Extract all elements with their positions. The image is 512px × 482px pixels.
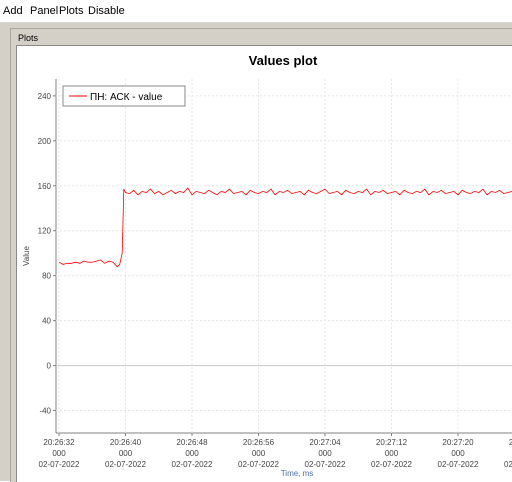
menu-plots[interactable]: Plots (59, 4, 83, 18)
series-line (58, 187, 512, 268)
x-tick-label: 02-07-2022 (504, 460, 512, 469)
y-tick-label: 120 (38, 227, 52, 236)
x-tick-label: 000 (318, 449, 332, 458)
x-tick-label: 02-07-2022 (238, 460, 279, 469)
x-tick-label: 02-07-2022 (172, 460, 213, 469)
x-tick-label: 20:27:20 (442, 438, 474, 447)
x-tick-label: 000 (451, 449, 465, 458)
y-tick-label: 40 (42, 317, 51, 326)
menu-panel[interactable]: Panel (30, 4, 58, 18)
y-axis-label: Value (22, 246, 31, 266)
x-tick-label: 000 (385, 449, 399, 458)
x-tick-label: 20:26:32 (43, 438, 75, 447)
x-tick-label: 02-07-2022 (39, 460, 80, 469)
panel-title: Plots (18, 33, 39, 43)
menu-bar: Add Panel Plots Disable (0, 0, 512, 23)
y-tick-label: -40 (39, 407, 51, 416)
x-tick-label: 20:27:04 (309, 438, 341, 447)
x-tick-label: 02-07-2022 (105, 460, 146, 469)
x-tick-label: 20:26:48 (176, 438, 208, 447)
x-tick-label: 000 (52, 449, 66, 458)
y-tick-label: 80 (42, 272, 51, 281)
x-tick-label: 000 (119, 449, 133, 458)
chart-area[interactable]: Values plot -40 0 40 80 120 160 200 240 20:26:32 0… (16, 45, 512, 482)
y-tick-label: 240 (38, 92, 52, 101)
menu-add[interactable]: Add (3, 4, 23, 18)
y-tick-label: 0 (47, 362, 52, 371)
y-tick-label: 160 (38, 182, 52, 191)
x-tick-label: 000 (252, 449, 266, 458)
values-plot-chart[interactable]: Values plot -40 0 40 80 120 160 200 240 20:26:32 0… (17, 46, 512, 482)
x-tick-label: 02-07-2022 (305, 460, 346, 469)
menu-disable[interactable]: Disable (88, 4, 125, 18)
x-tick-label: 02-07-2022 (371, 460, 412, 469)
legend-label: ПН: АСК - value (90, 92, 163, 103)
x-tick-label: 20:26:40 (110, 438, 142, 447)
x-tick-label: 000 (185, 449, 199, 458)
x-tick-label: 02-07-2022 (438, 460, 479, 469)
chart-title: Values plot (249, 53, 318, 68)
x-tick-label: 20:26:56 (243, 438, 275, 447)
x-axis-label: Time, ms (281, 469, 314, 478)
x-tick-label: 20:27:12 (376, 438, 408, 447)
y-tick-label: 200 (38, 137, 52, 146)
